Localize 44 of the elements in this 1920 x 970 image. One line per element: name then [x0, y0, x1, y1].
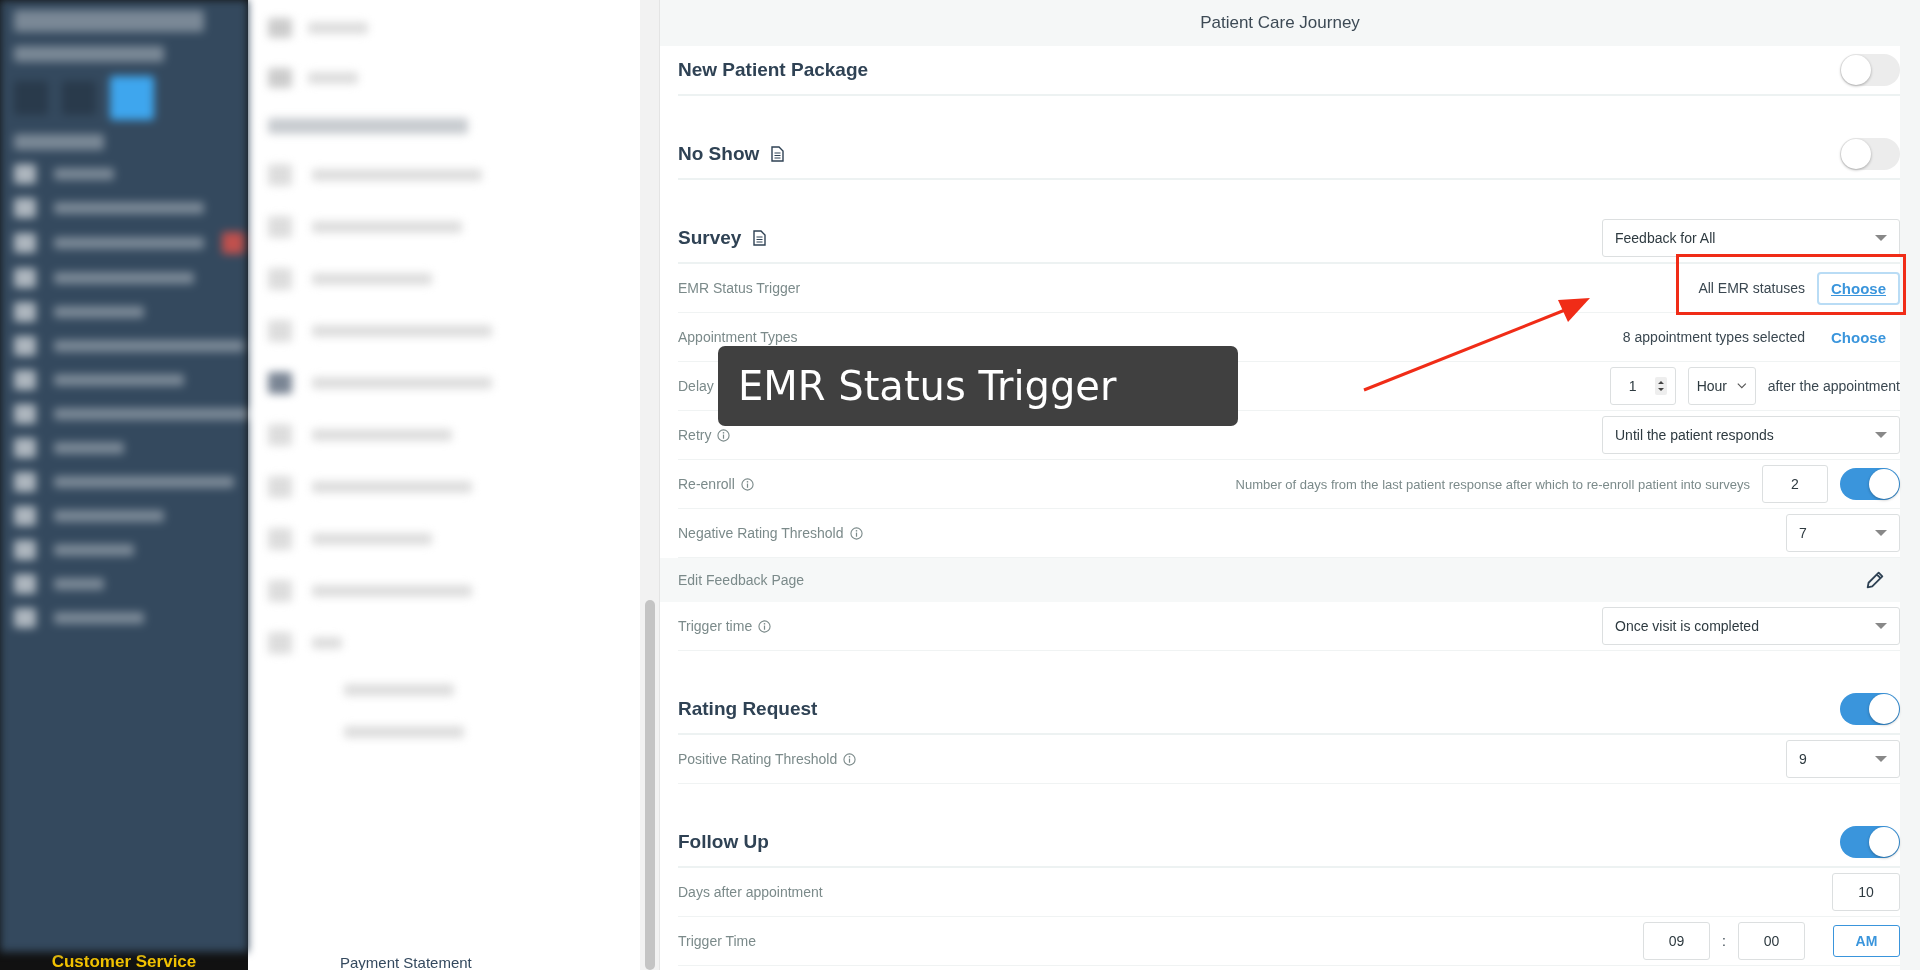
- delay-suffix: after the appointment: [1767, 378, 1900, 394]
- field-description: Number of days from the last patient response after which to re-enroll patient into surveys: [1235, 476, 1750, 492]
- toggle-switch[interactable]: [1840, 468, 1900, 500]
- field-label: Edit Feedback Page: [678, 572, 805, 588]
- number-field[interactable]: 10: [1832, 873, 1900, 911]
- section-heading: Follow Up: [678, 831, 769, 853]
- field-label: Delay: [678, 378, 714, 394]
- pencil-icon[interactable]: [1864, 569, 1886, 591]
- dropdown[interactable]: Feedback for All: [1602, 219, 1900, 257]
- hour-field[interactable]: 09: [1643, 922, 1711, 960]
- sidebar-footer-link[interactable]: Customer Service: [51, 953, 197, 970]
- field-label: Days after appointment: [678, 884, 823, 900]
- caption-overlay: EMR Status Trigger: [718, 346, 1238, 426]
- field-label: Appointment Types: [678, 329, 798, 345]
- toggle-switch[interactable]: [1840, 54, 1900, 86]
- selection-summary: All EMR statuses: [1698, 280, 1805, 296]
- selection-summary: 8 appointment types selected: [1622, 329, 1805, 345]
- field-label: Retry: [678, 427, 712, 443]
- page-title: Patient Care Journey: [1200, 13, 1360, 33]
- field-label: Negative Rating Threshold: [678, 525, 844, 541]
- section-heading: New Patient Package: [678, 59, 869, 81]
- toggle-switch[interactable]: [1840, 693, 1900, 725]
- time-separator: :: [1722, 933, 1726, 949]
- field-label: Positive Rating Threshold: [678, 751, 838, 767]
- dropdown[interactable]: Until the patient responds: [1602, 416, 1900, 454]
- field-label: Trigger time: [678, 618, 753, 634]
- section-heading: Rating Request: [678, 698, 818, 720]
- toggle-switch[interactable]: [1840, 826, 1900, 858]
- dropdown[interactable]: Once visit is completed: [1602, 607, 1900, 645]
- field-label: Trigger Time: [678, 933, 757, 949]
- field-label: EMR Status Trigger: [678, 280, 801, 296]
- chevron-down-icon: [1737, 382, 1747, 390]
- minute-field[interactable]: 00: [1738, 922, 1805, 960]
- field-label: Re-enroll: [678, 476, 735, 492]
- dropdown[interactable]: 9: [1786, 740, 1900, 778]
- scrollbar[interactable]: [640, 0, 660, 970]
- spinner-icon: [1654, 377, 1667, 395]
- dropdown[interactable]: 7: [1786, 514, 1900, 552]
- section-heading: Survey: [678, 227, 742, 249]
- unit-dropdown[interactable]: Hour: [1687, 367, 1756, 405]
- toggle-switch[interactable]: [1840, 138, 1900, 170]
- section-heading: No Show: [678, 143, 760, 165]
- number-field[interactable]: 1: [1609, 367, 1676, 405]
- number-field[interactable]: 2: [1762, 465, 1828, 503]
